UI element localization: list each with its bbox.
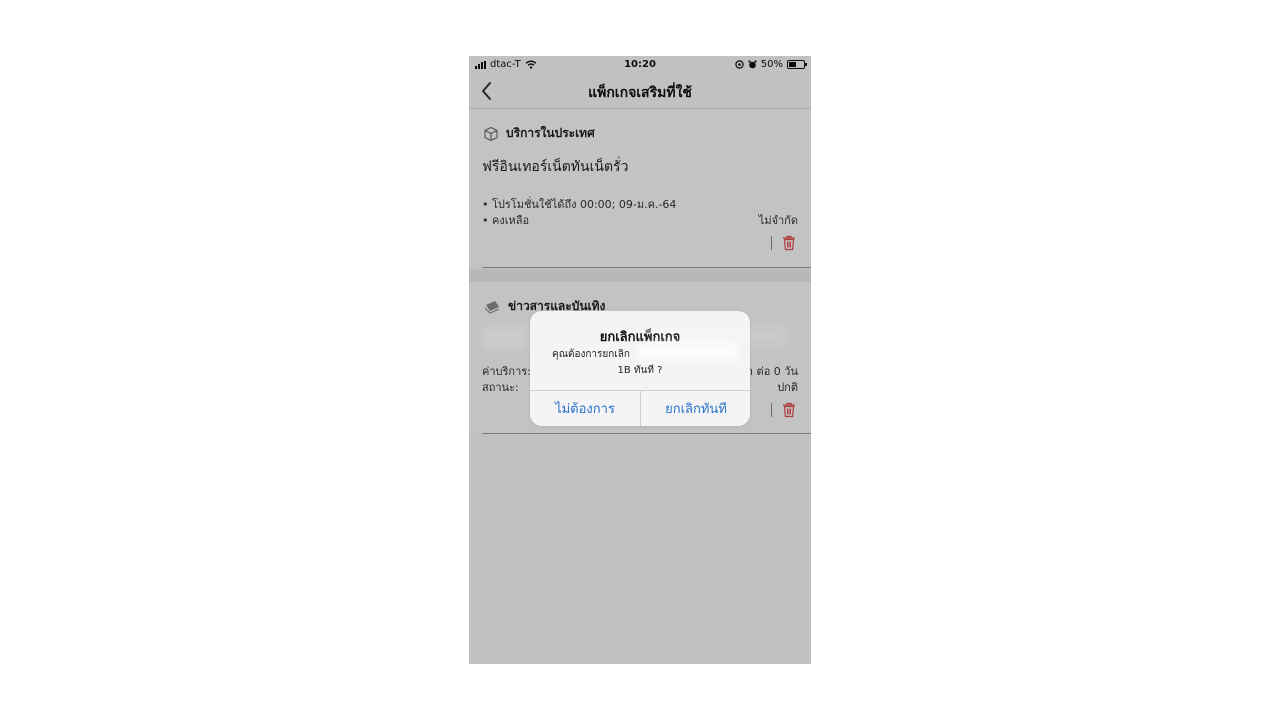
dialog-title: ยกเลิกแพ็กเกจ — [599, 330, 681, 345]
decline-button[interactable]: ไม่ต้องการ — [530, 391, 640, 426]
dialog-message-line2: 1B ทันที ? — [617, 365, 663, 376]
dialog-message: คุณต้องการยกเลิก — [552, 349, 630, 360]
phone-screen: dtac-T 10:20 50% แพ็กเกจเสริมที่ใช้ บริก… — [469, 56, 811, 664]
confirm-cancel-button[interactable]: ยกเลิกทันที — [641, 391, 750, 426]
cancel-package-dialog: ยกเลิกแพ็กเกจ คุณต้องการยกเลิก 1B ทันที … — [530, 311, 750, 426]
blurred-package-name — [638, 345, 738, 359]
